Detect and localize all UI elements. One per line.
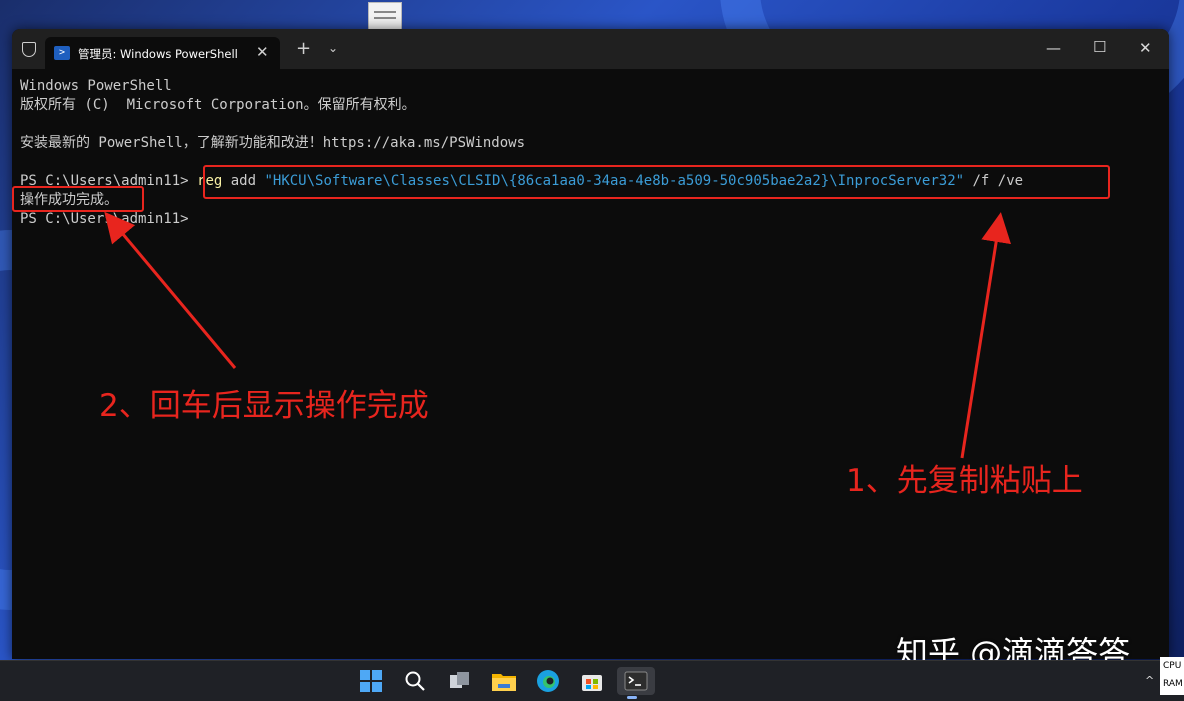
edge-icon[interactable] — [534, 667, 562, 695]
new-tab-button[interactable]: + — [296, 38, 311, 59]
minimize-button[interactable]: — — [1046, 39, 1061, 57]
cpu-label: CPU — [1163, 661, 1182, 671]
result-highlight-box — [12, 186, 144, 212]
terminal-icon[interactable] — [617, 667, 655, 699]
admin-shield-icon — [22, 42, 36, 57]
tab-close-icon[interactable]: ✕ — [256, 43, 269, 61]
command-highlight-box — [203, 165, 1110, 199]
windows-start-icon[interactable] — [357, 667, 385, 695]
store-icon[interactable] — [578, 667, 606, 695]
tab-powershell[interactable]: > 管理员: Windows PowerShell ✕ — [45, 37, 280, 69]
prompt-line: PS C:\Users\admin11> — [20, 211, 189, 227]
chevron-down-icon[interactable]: ⌄ — [328, 41, 338, 55]
system-monitor[interactable]: CPU RAM — [1160, 657, 1184, 695]
terminal-line: 安装最新的 PowerShell，了解新功能和改进！https://aka.ms… — [20, 135, 526, 151]
chevron-up-icon[interactable]: ^ — [1145, 674, 1154, 687]
close-button[interactable]: ✕ — [1139, 39, 1152, 57]
taskbar — [0, 660, 1184, 701]
desktop-file-icon[interactable] — [368, 2, 402, 30]
terminal-line: 版权所有 (C) Microsoft Corporation。保留所有权利。 — [20, 97, 416, 113]
task-view-icon[interactable] — [446, 667, 474, 695]
tab-title: 管理员: Windows PowerShell — [78, 47, 238, 61]
terminal-line: Windows PowerShell — [20, 78, 172, 94]
annotation-step2: 2、回车后显示操作完成 — [99, 388, 429, 424]
annotation-step1: 1、先复制粘贴上 — [846, 463, 1083, 499]
search-icon[interactable] — [401, 667, 429, 695]
title-bar[interactable]: > 管理员: Windows PowerShell ✕ + ⌄ — ☐ ✕ — [12, 29, 1169, 69]
powershell-window: > 管理员: Windows PowerShell ✕ + ⌄ — ☐ ✕ Wi… — [12, 29, 1169, 659]
ram-label: RAM — [1163, 679, 1183, 689]
maximize-button[interactable]: ☐ — [1093, 38, 1106, 56]
file-explorer-icon[interactable] — [490, 667, 518, 695]
powershell-icon: > — [54, 46, 70, 60]
